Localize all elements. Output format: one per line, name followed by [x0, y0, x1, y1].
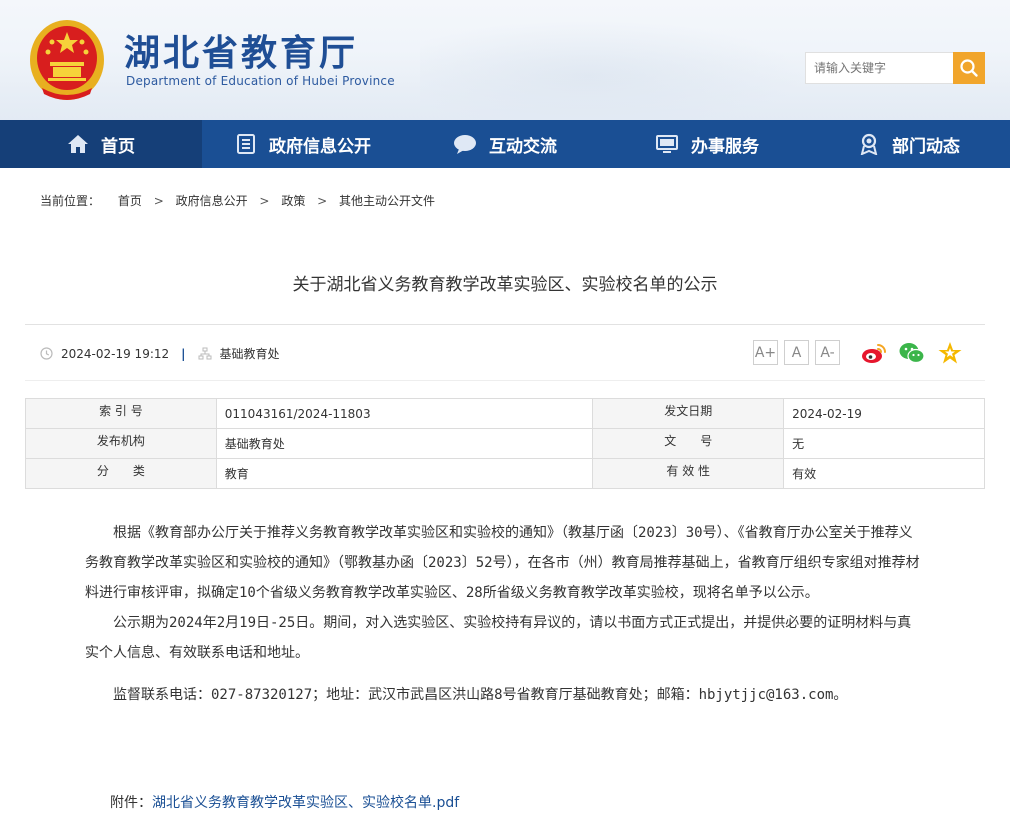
badge-icon — [860, 133, 878, 155]
table-row: 索 引 号 011043161/2024-11803 发文日期 2024-02-… — [25, 398, 985, 429]
search-input[interactable] — [805, 52, 953, 84]
breadcrumb-item-home[interactable]: 首页 — [118, 192, 142, 209]
body-paragraph: 根据《教育部办公厅关于推荐义务教育教学改革实验区和实验校的通知》（教基厅函〔20… — [85, 525, 920, 601]
validity-value: 有效 — [783, 458, 985, 489]
category-label: 分 类 — [25, 458, 217, 489]
article-meta: 2024-02-19 19:12 | 基础教育处 — [40, 345, 280, 362]
docno-label: 文 号 — [592, 428, 785, 459]
table-row: 分 类 教育 有 效 性 有效 — [25, 458, 985, 489]
title-divider — [25, 324, 985, 325]
site-title: 湖北省教育厅 — [124, 32, 359, 74]
favorite-button[interactable] — [936, 340, 964, 366]
nav-item-label: 互动交流 — [489, 136, 557, 157]
chat-bubble-icon — [454, 135, 476, 154]
meta-divider: | — [181, 346, 186, 361]
breadcrumb: 当前位置： 首页 > 政府信息公开 > 政策 > 其他主动公开文件 — [40, 192, 435, 209]
nav-item-label: 政府信息公开 — [269, 136, 371, 157]
breadcrumb-separator: > — [259, 194, 270, 208]
share-bar — [860, 340, 974, 366]
index-label: 索 引 号 — [25, 398, 217, 429]
table-row: 发布机构 基础教育处 文 号 无 — [25, 428, 985, 459]
national-emblem-icon — [30, 20, 104, 100]
share-weibo-button[interactable] — [860, 340, 888, 366]
home-icon — [68, 135, 88, 153]
article-body: 根据《教育部办公厅关于推荐义务教育教学改革实验区和实验校的通知》（教基厅函〔20… — [85, 518, 925, 710]
breadcrumb-separator: > — [153, 194, 164, 208]
favorite-star-icon — [938, 342, 962, 364]
article-title: 关于湖北省义务教育教学改革实验区、实验校名单的公示 — [292, 275, 718, 295]
site-subtitle: Department of Education of Hubei Provinc… — [126, 74, 395, 88]
category-value: 教育 — [215, 458, 594, 489]
nav-item-label: 首页 — [101, 136, 135, 157]
validity-label: 有 效 性 — [592, 458, 785, 489]
document-info-table: 索 引 号 011043161/2024-11803 发文日期 2024-02-… — [25, 398, 985, 489]
clock-icon — [40, 347, 53, 360]
attachment-link[interactable]: 湖北省义务教育教学改革实验区、实验校名单.pdf — [152, 795, 459, 811]
breadcrumb-label: 当前位置： — [40, 194, 101, 208]
index-value: 011043161/2024-11803 — [215, 398, 594, 429]
font-reset-button[interactable]: A — [784, 340, 809, 365]
publish-department: 基础教育处 — [219, 347, 280, 361]
breadcrumb-item-other-files[interactable]: 其他主动公开文件 — [339, 192, 435, 209]
org-value: 基础教育处 — [215, 428, 594, 459]
search-button[interactable] — [953, 52, 985, 84]
nav-item-interaction[interactable]: 互动交流 — [404, 120, 606, 168]
organization-icon — [198, 347, 212, 360]
date-label: 发文日期 — [592, 398, 785, 429]
main-nav: 首页 政府信息公开 互动交流 办事服务 部门动态 — [0, 120, 1010, 168]
font-decrease-button[interactable]: A- — [815, 340, 840, 365]
attachment-label: 附件： — [110, 795, 152, 811]
site-header: 湖北省教育厅 Department of Education of Hubei … — [0, 0, 1010, 120]
breadcrumb-item-gov-info[interactable]: 政府信息公开 — [176, 192, 248, 209]
nav-item-news[interactable]: 部门动态 — [808, 120, 1010, 168]
monitor-icon — [656, 135, 678, 153]
publish-datetime: 2024-02-19 19:12 — [61, 346, 170, 361]
breadcrumb-item-policy[interactable]: 政策 — [281, 192, 305, 209]
nav-item-gov-info[interactable]: 政府信息公开 — [202, 120, 404, 168]
date-value: 2024-02-19 — [783, 398, 985, 429]
search-icon — [960, 59, 978, 77]
body-paragraph: 监督联系电话：027-87320127；地址：武汉市武昌区洪山路8号省教育厅基础… — [113, 687, 848, 703]
org-label: 发布机构 — [25, 428, 217, 459]
docno-value: 无 — [783, 428, 985, 459]
wechat-icon — [899, 343, 925, 364]
attachment: 附件：湖北省义务教育教学改革实验区、实验校名单.pdf — [110, 792, 459, 812]
body-paragraph: 公示期为2024年2月19日-25日。期间，对入选实验区、实验校持有异议的，请以… — [85, 615, 912, 661]
font-increase-button[interactable]: A+ — [753, 340, 778, 365]
nav-item-services[interactable]: 办事服务 — [606, 120, 808, 168]
nav-item-label: 办事服务 — [691, 136, 759, 157]
font-size-controls: A+ A A- — [753, 340, 846, 365]
nav-item-label: 部门动态 — [892, 136, 960, 157]
nav-item-home[interactable]: 首页 — [0, 120, 202, 168]
document-list-icon — [237, 134, 255, 154]
meta-divider-line — [25, 380, 985, 381]
share-wechat-button[interactable] — [898, 340, 926, 366]
weibo-icon — [862, 344, 886, 363]
breadcrumb-separator: > — [317, 194, 328, 208]
